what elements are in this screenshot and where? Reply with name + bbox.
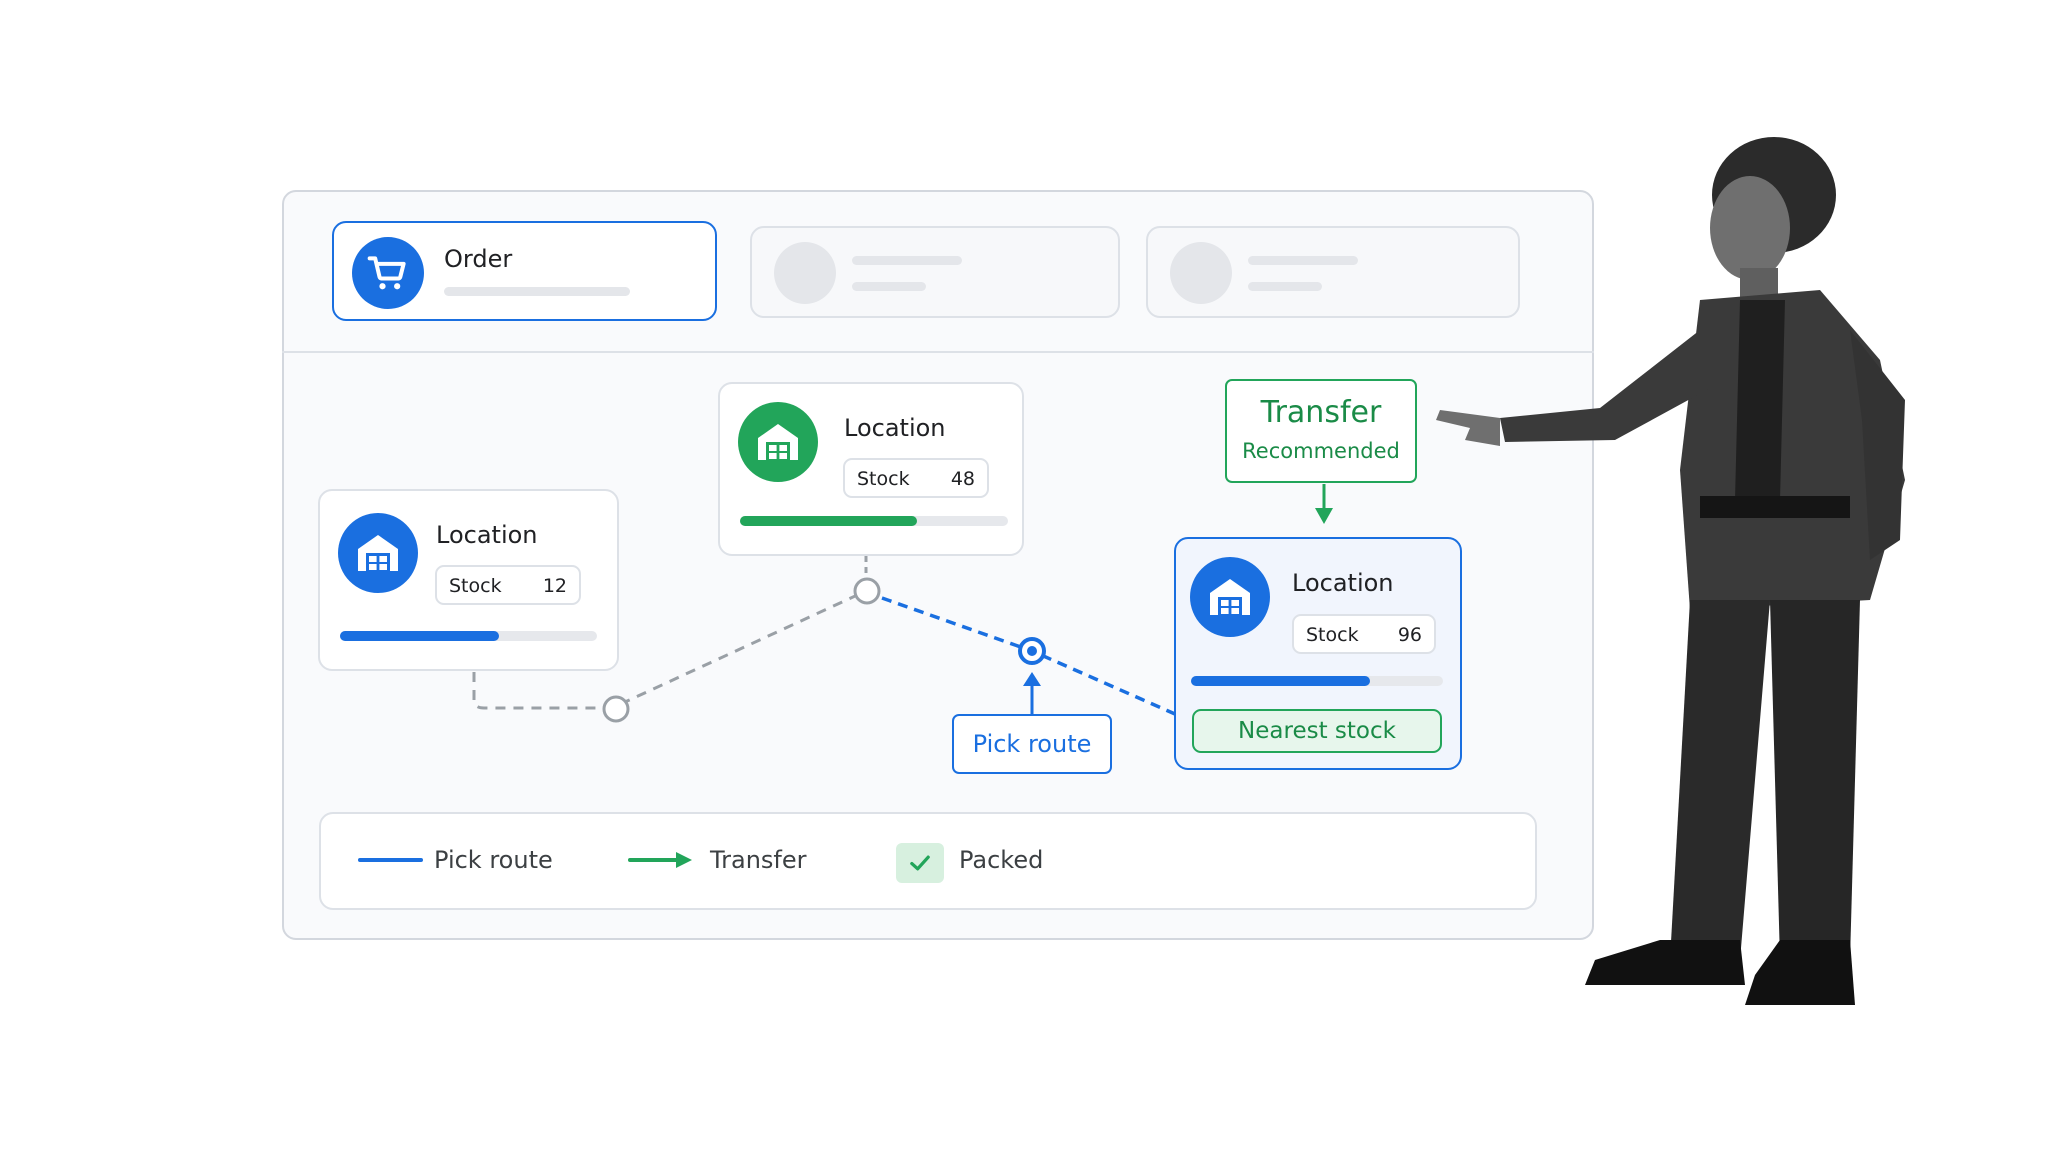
presenter-figure (1436, 137, 1905, 1005)
person-illustration (1436, 137, 1905, 1005)
